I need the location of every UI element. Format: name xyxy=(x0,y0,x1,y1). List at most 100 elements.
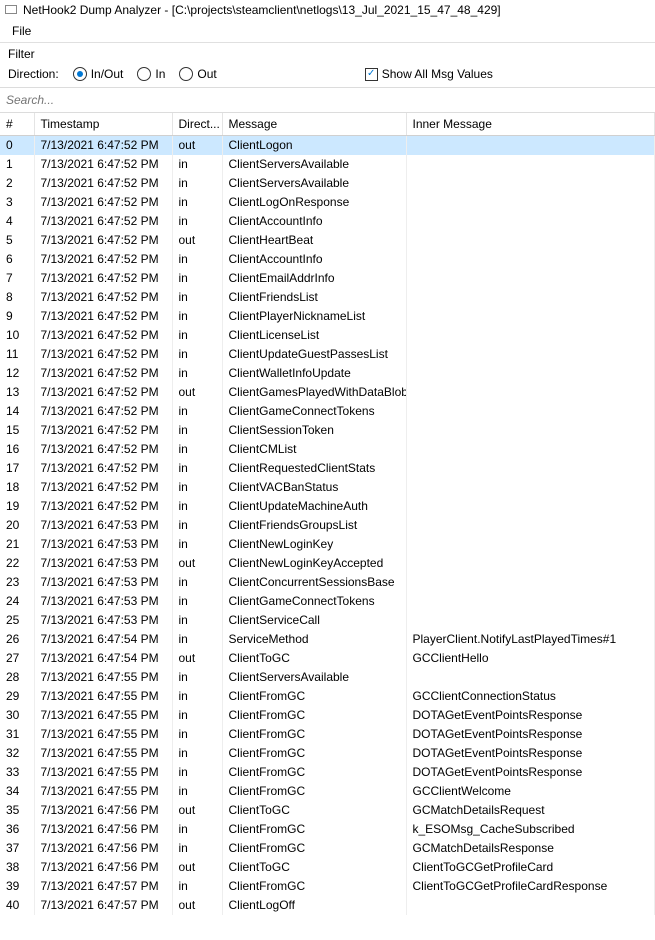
radio-in[interactable]: In xyxy=(137,67,165,81)
search-input[interactable] xyxy=(2,90,653,110)
cell-n: 7 xyxy=(0,269,34,288)
table-row[interactable]: 287/13/2021 6:47:55 PMinClientServersAva… xyxy=(0,668,655,687)
table-row[interactable]: 107/13/2021 6:47:52 PMinClientLicenseLis… xyxy=(0,326,655,345)
cell-n: 5 xyxy=(0,231,34,250)
cell-n: 29 xyxy=(0,687,34,706)
cell-inner xyxy=(406,402,655,421)
col-header-inner[interactable]: Inner Message xyxy=(406,113,655,136)
table-row[interactable]: 157/13/2021 6:47:52 PMinClientSessionTok… xyxy=(0,421,655,440)
col-header-num[interactable]: # xyxy=(0,113,34,136)
table-row[interactable]: 87/13/2021 6:47:52 PMinClientFriendsList xyxy=(0,288,655,307)
table-row[interactable]: 47/13/2021 6:47:52 PMinClientAccountInfo xyxy=(0,212,655,231)
table-row[interactable]: 407/13/2021 6:47:57 PMoutClientLogOff xyxy=(0,896,655,915)
cell-ts: 7/13/2021 6:47:52 PM xyxy=(34,364,172,383)
cell-ts: 7/13/2021 6:47:52 PM xyxy=(34,421,172,440)
cell-inner xyxy=(406,288,655,307)
table-row[interactable]: 177/13/2021 6:47:52 PMinClientRequestedC… xyxy=(0,459,655,478)
table-row[interactable]: 167/13/2021 6:47:52 PMinClientCMList xyxy=(0,440,655,459)
table-row[interactable]: 57/13/2021 6:47:52 PMoutClientHeartBeat xyxy=(0,231,655,250)
cell-n: 1 xyxy=(0,155,34,174)
cell-ts: 7/13/2021 6:47:56 PM xyxy=(34,839,172,858)
cell-inner xyxy=(406,592,655,611)
table-row[interactable]: 247/13/2021 6:47:53 PMinClientGameConnec… xyxy=(0,592,655,611)
window-title: NetHook2 Dump Analyzer - [C:\projects\st… xyxy=(23,3,501,17)
cell-msg: ClientFriendsList xyxy=(222,288,406,307)
menubar: File xyxy=(0,20,655,43)
table-row[interactable]: 147/13/2021 6:47:52 PMinClientGameConnec… xyxy=(0,402,655,421)
table-row[interactable]: 17/13/2021 6:47:52 PMinClientServersAvai… xyxy=(0,155,655,174)
table-row[interactable]: 207/13/2021 6:47:53 PMinClientFriendsGro… xyxy=(0,516,655,535)
table-row[interactable]: 187/13/2021 6:47:52 PMinClientVACBanStat… xyxy=(0,478,655,497)
table-row[interactable]: 237/13/2021 6:47:53 PMinClientConcurrent… xyxy=(0,573,655,592)
table-row[interactable]: 397/13/2021 6:47:57 PMinClientFromGCClie… xyxy=(0,877,655,896)
radio-inout[interactable]: In/Out xyxy=(73,67,124,81)
table-wrap[interactable]: # Timestamp Direct... Message Inner Mess… xyxy=(0,113,655,933)
table-row[interactable]: 277/13/2021 6:47:54 PMoutClientToGCGCCli… xyxy=(0,649,655,668)
cell-n: 8 xyxy=(0,288,34,307)
cell-inner xyxy=(406,326,655,345)
cell-inner: GCClientHello xyxy=(406,649,655,668)
table-row[interactable]: 337/13/2021 6:47:55 PMinClientFromGCDOTA… xyxy=(0,763,655,782)
table-row[interactable]: 347/13/2021 6:47:55 PMinClientFromGCGCCl… xyxy=(0,782,655,801)
menu-file[interactable]: File xyxy=(8,22,35,40)
cell-ts: 7/13/2021 6:47:53 PM xyxy=(34,554,172,573)
table-row[interactable]: 387/13/2021 6:47:56 PMoutClientToGCClien… xyxy=(0,858,655,877)
table-row[interactable]: 227/13/2021 6:47:53 PMoutClientNewLoginK… xyxy=(0,554,655,573)
col-header-message[interactable]: Message xyxy=(222,113,406,136)
cell-n: 12 xyxy=(0,364,34,383)
cell-dir: in xyxy=(172,630,222,649)
table-row[interactable]: 77/13/2021 6:47:52 PMinClientEmailAddrIn… xyxy=(0,269,655,288)
cell-dir: out xyxy=(172,136,222,155)
cell-n: 34 xyxy=(0,782,34,801)
table-row[interactable]: 327/13/2021 6:47:55 PMinClientFromGCDOTA… xyxy=(0,744,655,763)
cell-dir: in xyxy=(172,440,222,459)
table-row[interactable]: 117/13/2021 6:47:52 PMinClientUpdateGues… xyxy=(0,345,655,364)
cell-dir: out xyxy=(172,649,222,668)
cell-dir: in xyxy=(172,535,222,554)
radio-out-label: Out xyxy=(197,67,216,81)
cell-inner xyxy=(406,269,655,288)
table-row[interactable]: 307/13/2021 6:47:55 PMinClientFromGCDOTA… xyxy=(0,706,655,725)
cell-n: 18 xyxy=(0,478,34,497)
table-row[interactable]: 37/13/2021 6:47:52 PMinClientLogOnRespon… xyxy=(0,193,655,212)
table-row[interactable]: 137/13/2021 6:47:52 PMoutClientGamesPlay… xyxy=(0,383,655,402)
cell-dir: out xyxy=(172,858,222,877)
table-row[interactable]: 357/13/2021 6:47:56 PMoutClientToGCGCMat… xyxy=(0,801,655,820)
cell-msg: ClientFromGC xyxy=(222,839,406,858)
cell-ts: 7/13/2021 6:47:55 PM xyxy=(34,687,172,706)
table-row[interactable]: 67/13/2021 6:47:52 PMinClientAccountInfo xyxy=(0,250,655,269)
table-row[interactable]: 197/13/2021 6:47:52 PMinClientUpdateMach… xyxy=(0,497,655,516)
col-header-direction[interactable]: Direct... xyxy=(172,113,222,136)
cell-dir: in xyxy=(172,687,222,706)
cell-dir: in xyxy=(172,516,222,535)
radio-out[interactable]: Out xyxy=(179,67,216,81)
table-row[interactable]: 297/13/2021 6:47:55 PMinClientFromGCGCCl… xyxy=(0,687,655,706)
table-header-row: # Timestamp Direct... Message Inner Mess… xyxy=(0,113,655,136)
cell-msg: ClientToGC xyxy=(222,801,406,820)
cell-ts: 7/13/2021 6:47:56 PM xyxy=(34,801,172,820)
table-row[interactable]: 267/13/2021 6:47:54 PMinServiceMethodPla… xyxy=(0,630,655,649)
table-row[interactable]: 217/13/2021 6:47:53 PMinClientNewLoginKe… xyxy=(0,535,655,554)
cell-ts: 7/13/2021 6:47:55 PM xyxy=(34,782,172,801)
table-row[interactable]: 127/13/2021 6:47:52 PMinClientWalletInfo… xyxy=(0,364,655,383)
table-row[interactable]: 377/13/2021 6:47:56 PMinClientFromGCGCMa… xyxy=(0,839,655,858)
table-row[interactable]: 97/13/2021 6:47:52 PMinClientPlayerNickn… xyxy=(0,307,655,326)
cell-ts: 7/13/2021 6:47:52 PM xyxy=(34,326,172,345)
cell-dir: in xyxy=(172,288,222,307)
checkbox-show-all[interactable]: ✓ Show All Msg Values xyxy=(365,67,493,81)
cell-n: 33 xyxy=(0,763,34,782)
table-row[interactable]: 257/13/2021 6:47:53 PMinClientServiceCal… xyxy=(0,611,655,630)
table-row[interactable]: 317/13/2021 6:47:55 PMinClientFromGCDOTA… xyxy=(0,725,655,744)
search-wrap xyxy=(0,87,655,113)
cell-inner: GCClientWelcome xyxy=(406,782,655,801)
cell-inner xyxy=(406,307,655,326)
table-row[interactable]: 27/13/2021 6:47:52 PMinClientServersAvai… xyxy=(0,174,655,193)
table-row[interactable]: 07/13/2021 6:47:52 PMoutClientLogon xyxy=(0,136,655,155)
cell-ts: 7/13/2021 6:47:55 PM xyxy=(34,763,172,782)
cell-dir: in xyxy=(172,725,222,744)
radio-icon xyxy=(179,67,193,81)
cell-msg: ClientFromGC xyxy=(222,706,406,725)
cell-msg: ServiceMethod xyxy=(222,630,406,649)
table-row[interactable]: 367/13/2021 6:47:56 PMinClientFromGCk_ES… xyxy=(0,820,655,839)
col-header-timestamp[interactable]: Timestamp xyxy=(34,113,172,136)
